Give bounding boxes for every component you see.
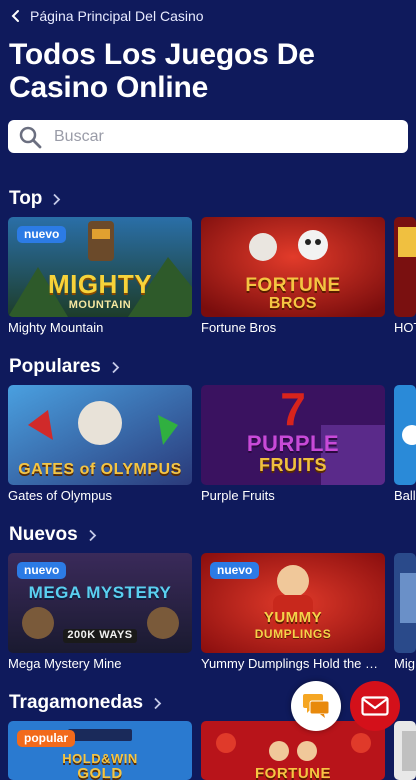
game-title[interactable]: Purple Fruits (201, 488, 385, 503)
section-title: Populares (9, 356, 101, 377)
game-logo-sub: FRUITS (259, 455, 327, 475)
popular-badge: popular (17, 730, 75, 747)
game-title[interactable]: Fortune Bros (201, 320, 385, 335)
game-logo: GATES of OLYMPUS (18, 461, 182, 478)
game-logo-sub: BROS (268, 295, 318, 312)
game-art (394, 721, 416, 780)
section-title: Top (9, 188, 43, 209)
game-title[interactable]: HOT (394, 320, 416, 335)
chevron-left-icon (11, 10, 19, 22)
chevron-right-icon (154, 697, 162, 709)
page-title: Todos Los Juegos De Casino Online (9, 38, 315, 104)
chevron-right-icon (89, 529, 96, 541)
game-tile-gates-of-olympus[interactable]: GATES of OLYMPUS (8, 385, 192, 485)
new-badge: nuevo (17, 562, 67, 579)
back-link-label: Página Principal Del Casino (30, 8, 204, 24)
game-logo: MIGHTY (47, 269, 153, 299)
chat-button[interactable] (291, 681, 341, 731)
game-logo: PURPLE (246, 431, 340, 456)
game-logo-sub: GOLD (77, 765, 123, 780)
game-tile-purple-fruits[interactable]: 7 PURPLE FRUITS (201, 385, 385, 485)
game-tile-partial[interactable] (394, 385, 416, 485)
game-art (394, 553, 416, 653)
game-logo-sub: 200K WAYS (67, 629, 133, 641)
chevron-right-icon (53, 193, 61, 205)
game-tile-partial[interactable] (394, 553, 416, 653)
game-tile-partial[interactable] (394, 721, 416, 780)
game-tile-yummy-dumplings[interactable]: YUMMY DUMPLINGS nuevo (201, 553, 385, 653)
new-badge: nuevo (17, 226, 67, 243)
game-logo: FORTUNE (255, 765, 331, 780)
game-logo: YUMMY (263, 609, 323, 626)
section-header-top[interactable]: Top (9, 187, 61, 211)
mail-button[interactable] (350, 681, 400, 731)
chevron-right-icon (112, 361, 120, 373)
game-tile-fortune[interactable]: FORTUNE (201, 721, 385, 780)
game-art (394, 385, 416, 485)
game-logo: MEGA MYSTERY (28, 583, 172, 602)
game-tile-mighty-mountain[interactable]: MIGHTY MOUNTAIN nuevo (8, 217, 192, 317)
envelope-icon (361, 696, 389, 716)
game-logo-sub: DUMPLINGS (254, 627, 332, 641)
game-title[interactable]: Mighty Mountain (8, 320, 192, 335)
chat-bubbles-icon (303, 694, 330, 718)
game-title[interactable]: Gates of Olympus (8, 488, 192, 503)
game-title[interactable]: Yummy Dumplings Hold the Spin (201, 656, 385, 671)
game-art (394, 217, 416, 317)
search-input[interactable] (54, 127, 374, 146)
game-logo-sub: MOUNTAIN (68, 299, 132, 311)
section-header-populares[interactable]: Populares (9, 355, 120, 379)
search-icon (19, 126, 42, 148)
new-badge: nuevo (210, 562, 260, 579)
game-tile-hold-and-win-gold[interactable]: HOLD&WIN GOLD popular (8, 721, 192, 780)
game-logo: FORTUNE (245, 275, 341, 296)
game-tile-mega-mystery-mine[interactable]: MEGA MYSTERY 200K WAYS nuevo (8, 553, 192, 653)
section-title: Tragamonedas (9, 692, 144, 713)
game-title[interactable]: Mig (394, 656, 416, 671)
back-link[interactable]: Página Principal Del Casino (10, 6, 204, 26)
search-bar[interactable] (8, 120, 408, 153)
game-title[interactable]: Ballo (394, 488, 416, 503)
game-tile-fortune-bros[interactable]: FORTUNE BROS (201, 217, 385, 317)
svg-text:7: 7 (280, 385, 306, 435)
section-header-nuevos[interactable]: Nuevos (9, 523, 97, 547)
game-logo: HOLD&WIN (62, 751, 138, 766)
game-tile-partial[interactable] (394, 217, 416, 317)
section-header-tragamonedas[interactable]: Tragamonedas (9, 691, 162, 715)
game-title[interactable]: Mega Mystery Mine (8, 656, 192, 671)
section-title: Nuevos (9, 524, 78, 545)
